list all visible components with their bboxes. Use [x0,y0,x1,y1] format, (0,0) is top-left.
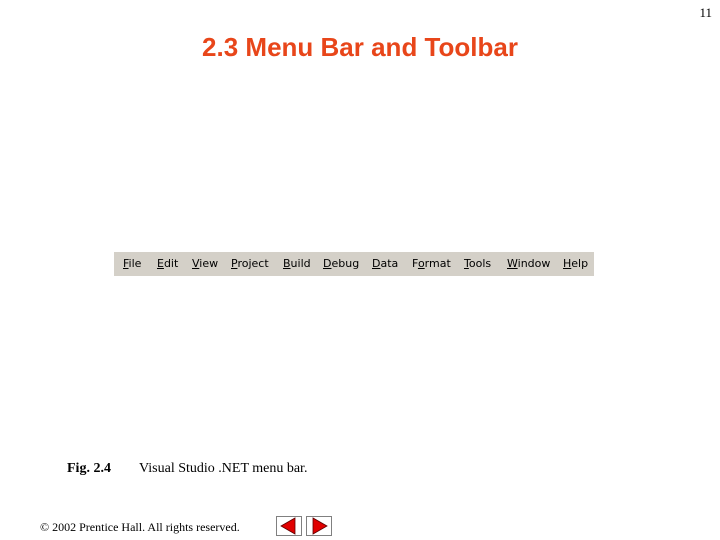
menu-help[interactable]: Help [563,258,588,270]
menu-file[interactable]: File [123,258,141,270]
menu-label: roject [237,257,269,270]
copyright-notice: © 2002 Prentice Hall. All rights reserve… [40,520,240,534]
menu-bar: File Edit View Project Build Debug Data … [114,252,594,276]
left-arrow-icon [280,517,296,535]
menu-data[interactable]: Data [372,258,398,270]
slide-title: 2.3 Menu Bar and Toolbar [202,32,518,62]
mnemonic: B [283,257,291,270]
menu-debug[interactable]: Debug [323,258,359,270]
mnemonic: E [157,257,164,270]
menu-label: dit [163,257,179,270]
menu-build[interactable]: Build [283,258,311,270]
previous-slide-button[interactable] [276,516,302,536]
menu-label: ata [380,257,399,270]
menu-window[interactable]: Window [507,258,550,270]
slide-number: 11 [699,5,712,20]
menu-label: ools [468,257,492,270]
menu-label: ile [128,257,142,270]
menu-label: rmat [424,257,451,270]
mnemonic: W [507,257,518,270]
menu-label: indow [517,257,551,270]
right-arrow-icon [312,517,328,535]
next-slide-button[interactable] [306,516,332,536]
menu-label: ebug [331,257,360,270]
menu-label: iew [199,257,219,270]
mnemonic: o [417,257,425,270]
menu-project[interactable]: Project [231,258,269,270]
menu-edit[interactable]: Edit [157,258,178,270]
menu-label: elp [571,257,589,270]
menu-label: uild [290,257,311,270]
figure-label: Fig. 2.4 [67,461,111,476]
figure-caption: Visual Studio .NET menu bar. [139,461,308,476]
menu-tools[interactable]: Tools [464,258,491,270]
menu-format[interactable]: Format [412,258,451,270]
menu-view[interactable]: View [192,258,218,270]
